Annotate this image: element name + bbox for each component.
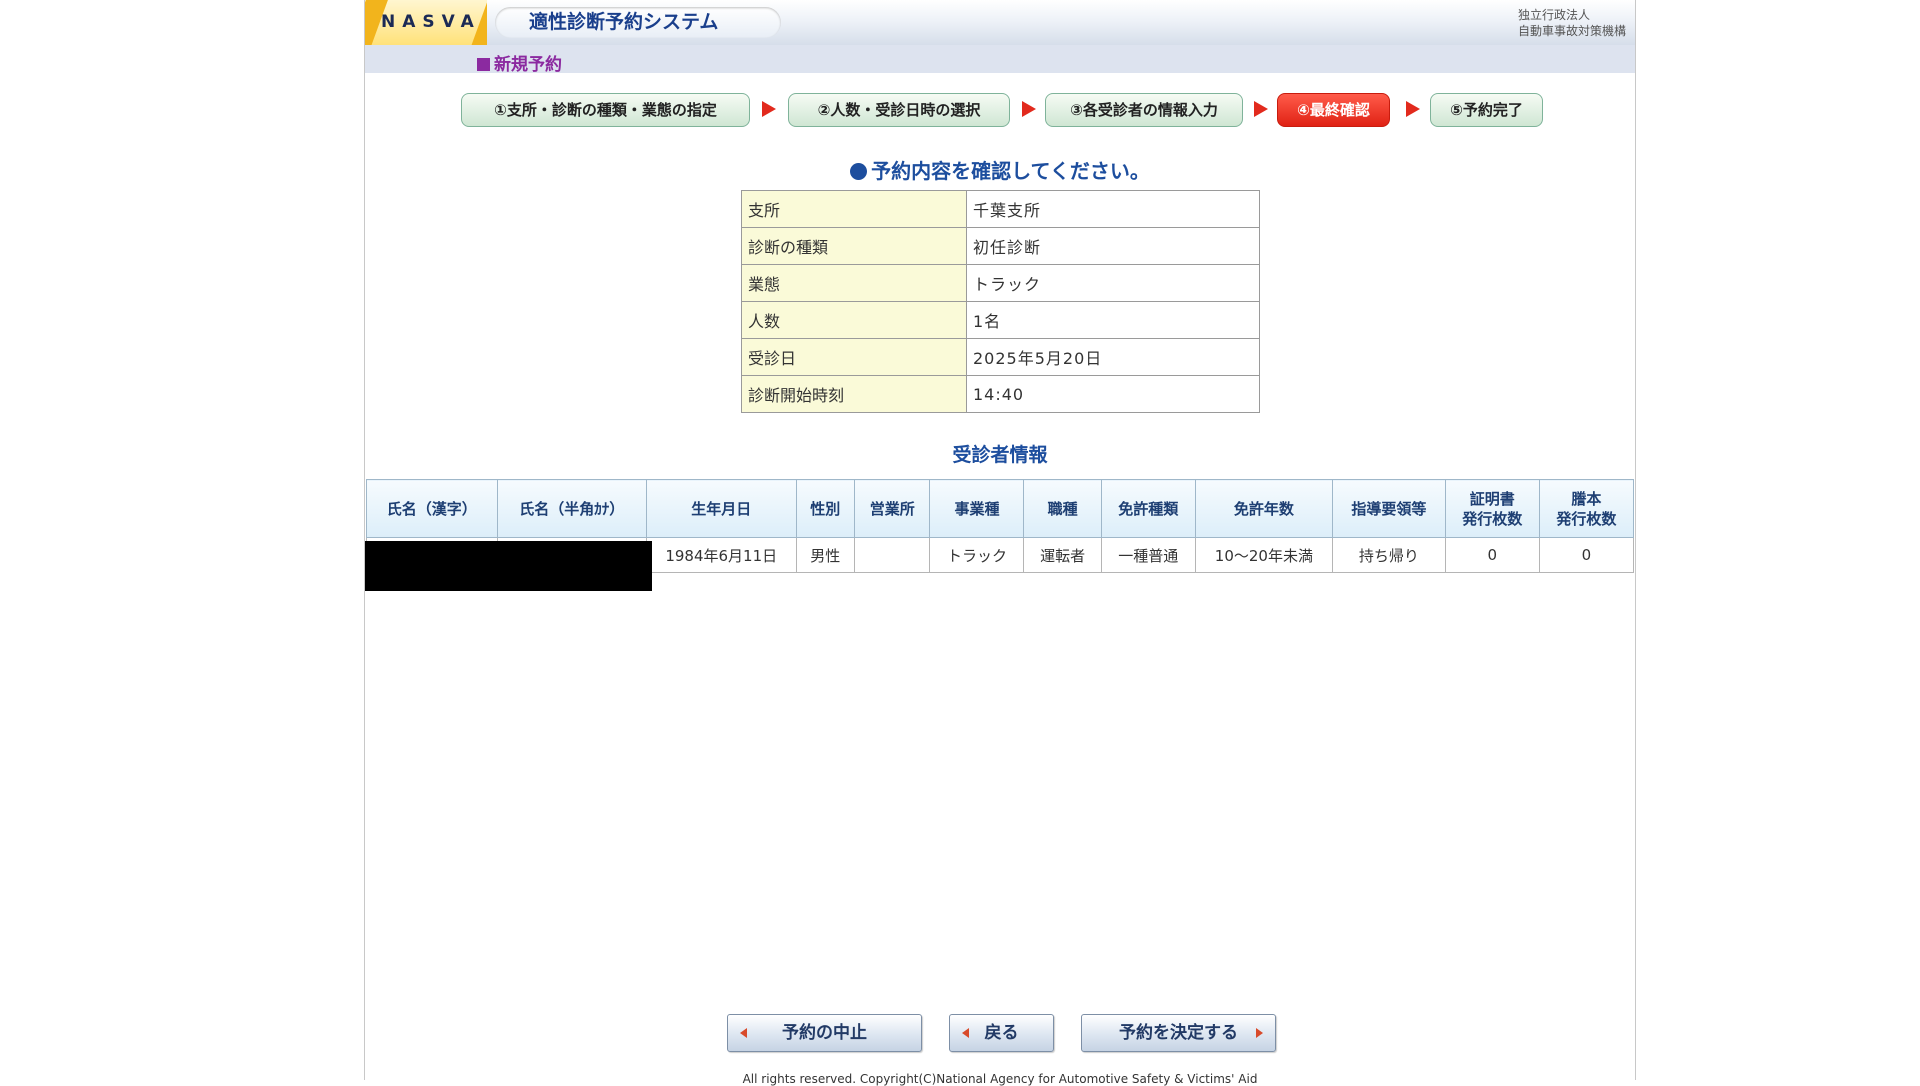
col-guidance: 指導要領等 bbox=[1331, 479, 1446, 538]
col-job-type: 職種 bbox=[1023, 479, 1102, 538]
reservation-summary-table: 支所 千葉支所 診断の種類 初任診断 業態 トラック 人数 1名 受診日 2025年5月2… bbox=[741, 190, 1260, 413]
summary-key: 受診日 bbox=[741, 338, 967, 376]
confirm-message-text: 予約内容を確認してください。 bbox=[871, 159, 1150, 183]
summary-key: 人数 bbox=[741, 301, 967, 339]
summary-key: 業態 bbox=[741, 264, 967, 302]
org-line-2: 自動車事故対策機構 bbox=[1517, 24, 1626, 38]
step-arrow-icon bbox=[1254, 101, 1268, 117]
col-name-kana: 氏名（半角ｶﾅ） bbox=[496, 479, 647, 538]
summary-row: 受診日 2025年5月20日 bbox=[741, 338, 1260, 376]
summary-value: 初任診断 bbox=[966, 227, 1260, 265]
organization-name: 独立行政法人 自動車事故対策機構 bbox=[1518, 7, 1626, 39]
arrow-left-icon bbox=[740, 1028, 747, 1038]
step-5: ⑤予約完了 bbox=[1430, 93, 1543, 127]
summary-key: 診断開始時刻 bbox=[741, 375, 967, 413]
bullet-icon bbox=[850, 163, 868, 180]
arrow-right-icon bbox=[1256, 1028, 1263, 1038]
section-title: 新規予約 bbox=[477, 50, 562, 75]
col-license-years: 免許年数 bbox=[1194, 479, 1333, 538]
footer-copyright: All rights reserved. Copyright(C)Nationa… bbox=[742, 1072, 1258, 1086]
header-bar: NASVA 適性診断予約システム 独立行政法人 自動車事故対策機構 bbox=[365, 0, 1635, 45]
logo-text: NASVA bbox=[381, 12, 481, 32]
patient-header-row: 氏名（漢字） 氏名（半角ｶﾅ） 生年月日 性別 営業所 事業種 職種 免許種類 … bbox=[366, 479, 1635, 538]
arrow-left-icon bbox=[962, 1028, 969, 1038]
cell-guidance: 持ち帰り bbox=[1331, 537, 1446, 573]
redaction-block bbox=[365, 541, 652, 591]
summary-value: 2025年5月20日 bbox=[966, 338, 1260, 376]
step-1: ①支所・診断の種類・業態の指定 bbox=[461, 93, 750, 127]
cell-birthdate: 1984年6月11日 bbox=[645, 537, 797, 573]
confirm-reservation-button[interactable]: 予約を決定する bbox=[1081, 1014, 1276, 1052]
summary-value: トラック bbox=[966, 264, 1260, 302]
summary-key: 支所 bbox=[741, 190, 967, 228]
cell-license-type: 一種普通 bbox=[1100, 537, 1196, 573]
col-copy-count: 謄本 発行枚数 bbox=[1538, 479, 1635, 538]
cell-certificate-count: 0 bbox=[1444, 537, 1540, 573]
cell-gender: 男性 bbox=[795, 537, 856, 573]
section-title-text: 新規予約 bbox=[494, 55, 562, 75]
step-arrow-icon bbox=[762, 101, 776, 117]
step-2: ②人数・受診日時の選択 bbox=[788, 93, 1010, 127]
step-4-active: ④最終確認 bbox=[1277, 93, 1390, 127]
col-office: 営業所 bbox=[854, 479, 931, 538]
patient-section-title: 受診者情報 bbox=[952, 444, 1048, 466]
nasva-logo: NASVA bbox=[365, 0, 487, 45]
step-3: ③各受診者の情報入力 bbox=[1045, 93, 1243, 127]
summary-value: 14:40 bbox=[966, 375, 1260, 413]
page-frame: NASVA 適性診断予約システム 独立行政法人 自動車事故対策機構 新規予約 ①… bbox=[364, 0, 1636, 1086]
cell-business-type: トラック bbox=[929, 537, 1025, 573]
back-button[interactable]: 戻る bbox=[949, 1014, 1054, 1052]
step-arrow-icon bbox=[1406, 101, 1420, 117]
col-certificate-count: 証明書 発行枚数 bbox=[1444, 479, 1540, 538]
cell-license-years: 10～20年未満 bbox=[1194, 537, 1333, 573]
summary-key: 診断の種類 bbox=[741, 227, 967, 265]
confirm-message: 予約内容を確認してください。 bbox=[365, 155, 1635, 184]
cell-copy-count: 0 bbox=[1538, 537, 1635, 573]
back-button-label: 戻る bbox=[984, 1023, 1019, 1043]
org-line-1: 独立行政法人 bbox=[1517, 8, 1590, 22]
col-business-type: 事業種 bbox=[929, 479, 1025, 538]
summary-row: 人数 1名 bbox=[741, 301, 1260, 339]
summary-row: 業態 トラック bbox=[741, 264, 1260, 302]
confirm-button-label: 予約を決定する bbox=[1119, 1023, 1238, 1043]
summary-value: 1名 bbox=[966, 301, 1260, 339]
col-name-kanji: 氏名（漢字） bbox=[366, 479, 498, 538]
summary-row: 支所 千葉支所 bbox=[741, 190, 1260, 228]
summary-row: 診断の種類 初任診断 bbox=[741, 227, 1260, 265]
cancel-reservation-button[interactable]: 予約の中止 bbox=[727, 1014, 922, 1052]
col-license-type: 免許種類 bbox=[1100, 479, 1196, 538]
col-birthdate: 生年月日 bbox=[645, 479, 797, 538]
cell-job-type: 運転者 bbox=[1023, 537, 1102, 573]
square-icon bbox=[477, 58, 490, 71]
summary-value: 千葉支所 bbox=[966, 190, 1260, 228]
step-arrow-icon bbox=[1022, 101, 1036, 117]
summary-row: 診断開始時刻 14:40 bbox=[741, 375, 1260, 413]
cancel-button-label: 予約の中止 bbox=[782, 1023, 867, 1043]
section-bar: 新規予約 bbox=[365, 45, 1635, 75]
app-title: 適性診断予約システム bbox=[495, 7, 781, 38]
cell-office bbox=[854, 537, 931, 573]
col-gender: 性別 bbox=[795, 479, 856, 538]
